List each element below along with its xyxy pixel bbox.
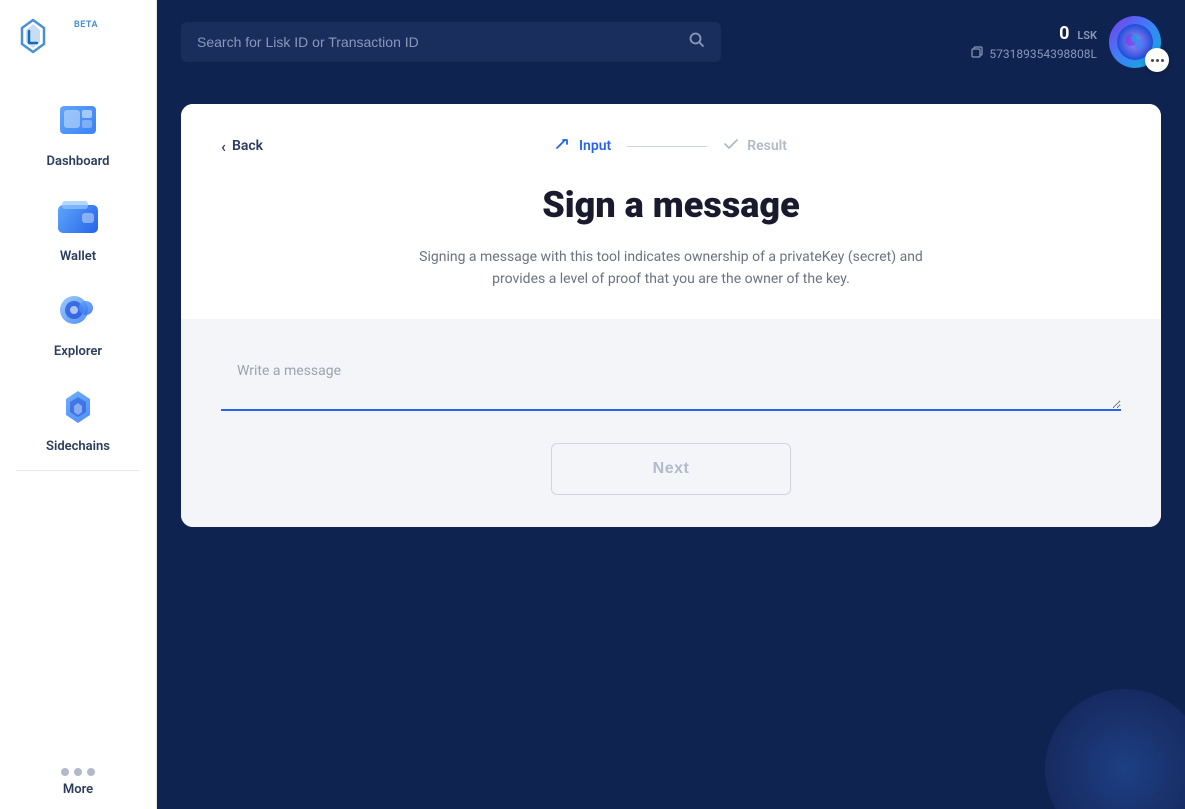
- sidebar-divider: [16, 470, 141, 471]
- sidechains-icon: [52, 383, 104, 435]
- sidebar-item-wallet[interactable]: Wallet: [0, 181, 156, 276]
- sidebar-navigation: Dashboard Wallet: [0, 86, 156, 752]
- search-icon: [689, 32, 705, 52]
- sidebar-wallet-label: Wallet: [60, 249, 96, 264]
- description-line1: Signing a message with this tool indicat…: [419, 249, 923, 265]
- wallet-icon: [52, 193, 104, 245]
- avatar-more-dots-icon: [1151, 59, 1164, 62]
- step-input-label: Input: [579, 138, 611, 154]
- description-line2: provides a level of proof that you are t…: [492, 271, 850, 287]
- next-button-wrapper: Next: [221, 443, 1121, 495]
- sidebar-item-explorer[interactable]: Explorer: [0, 276, 156, 371]
- stepper-steps: Input Result: [555, 136, 787, 156]
- search-bar[interactable]: [181, 22, 721, 62]
- back-label: Back: [232, 138, 263, 154]
- lisk-logo-icon: [12, 16, 54, 58]
- step-input-icon: [555, 136, 571, 156]
- copy-icon[interactable]: [971, 46, 983, 61]
- sidebar-item-dashboard[interactable]: Dashboard: [0, 86, 156, 181]
- logo-container: BETA: [0, 16, 66, 58]
- page-description: Signing a message with this tool indicat…: [371, 246, 971, 291]
- balance-currency: LSK: [1077, 29, 1097, 42]
- page-area: ‹ Back Input: [157, 84, 1185, 809]
- sidebar-more-button[interactable]: More: [0, 752, 156, 809]
- bg-circle: [1045, 689, 1185, 809]
- back-button[interactable]: ‹ Back: [221, 137, 263, 156]
- more-dots-icon: [61, 768, 95, 776]
- sidebar-sidechains-label: Sidechains: [46, 439, 110, 454]
- main-content: 0 LSK 573189354398808L: [157, 0, 1185, 809]
- card-bottom: Next: [181, 319, 1161, 527]
- step-input: Input: [555, 136, 611, 156]
- stepper: ‹ Back Input: [221, 136, 1121, 156]
- balance-amount: 0: [1059, 23, 1069, 44]
- dashboard-icon: [52, 98, 104, 150]
- header: 0 LSK 573189354398808L: [157, 0, 1185, 84]
- explorer-icon: [52, 288, 104, 340]
- account-address-row: 573189354398808L: [971, 46, 1097, 61]
- back-chevron-icon: ‹: [221, 137, 226, 156]
- message-input-wrapper: [221, 351, 1121, 415]
- step-result: Result: [723, 136, 787, 156]
- step-result-label: Result: [747, 138, 787, 154]
- card-top: ‹ Back Input: [181, 104, 1161, 319]
- background-decoration: [985, 609, 1185, 809]
- step-divider: [627, 146, 707, 147]
- header-right: 0 LSK 573189354398808L: [971, 16, 1161, 68]
- next-button[interactable]: Next: [551, 443, 791, 495]
- sidebar: BETA Dashboard: [0, 0, 157, 809]
- message-textarea[interactable]: [221, 351, 1121, 411]
- balance-section: 0 LSK 573189354398808L: [971, 23, 1097, 61]
- account-address-text: 573189354398808L: [989, 47, 1097, 61]
- sidebar-explorer-label: Explorer: [54, 344, 102, 359]
- avatar-container[interactable]: [1109, 16, 1161, 68]
- avatar-more-button[interactable]: [1145, 48, 1169, 72]
- step-result-icon: [723, 136, 739, 156]
- search-input[interactable]: [197, 34, 679, 50]
- sign-message-card: ‹ Back Input: [181, 104, 1161, 527]
- sidebar-item-sidechains[interactable]: Sidechains: [0, 371, 156, 466]
- beta-badge: BETA: [74, 20, 98, 30]
- more-label: More: [63, 782, 93, 797]
- page-title: Sign a message: [221, 184, 1121, 226]
- sidebar-dashboard-label: Dashboard: [47, 154, 110, 169]
